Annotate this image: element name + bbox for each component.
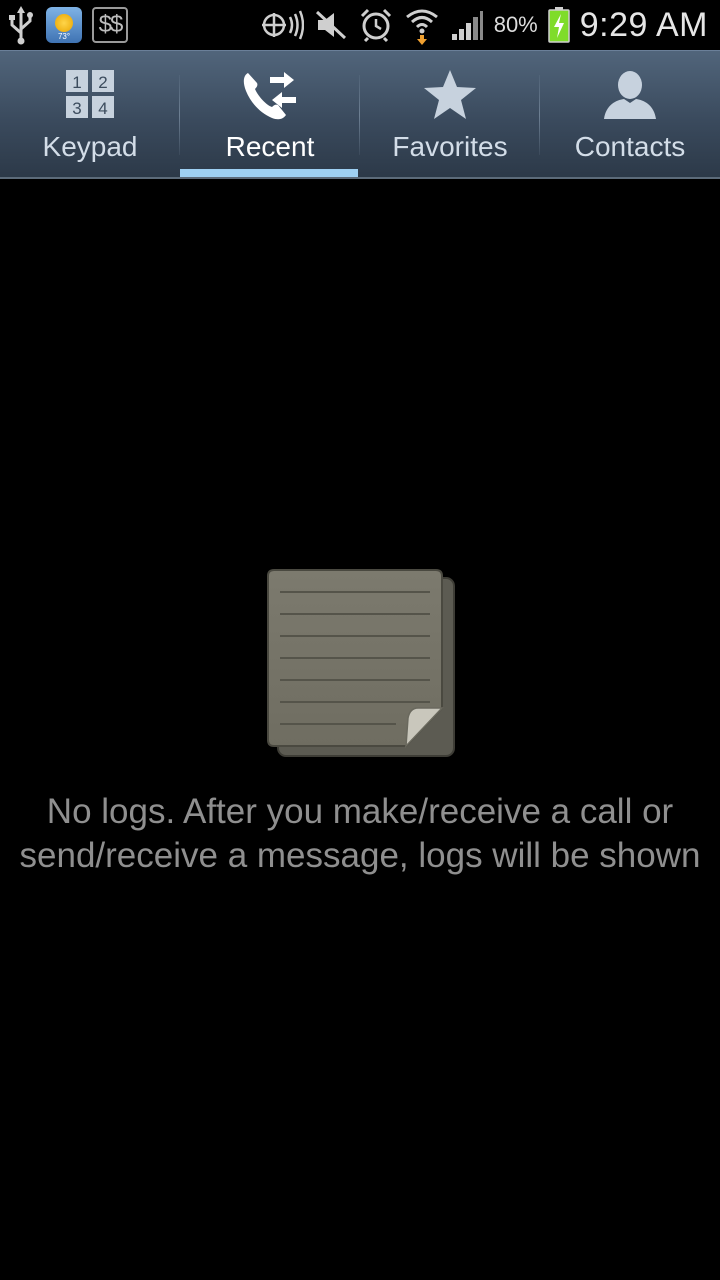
weather-widget-icon: 73° [46, 7, 82, 43]
tab-recent-label: Recent [225, 131, 315, 162]
alarm-icon [358, 7, 394, 43]
star-icon [422, 69, 478, 126]
tab-favorites-label: Favorites [392, 131, 508, 162]
status-bar-left: 73° $$ [6, 4, 128, 46]
status-bar-right: 80% 9:29 AM [258, 4, 708, 46]
usb-icon [6, 5, 36, 45]
keypad-digit-2: 2 [98, 73, 107, 92]
signal-icon [450, 8, 484, 42]
battery-charging-icon [548, 7, 570, 43]
nfc-icon [258, 7, 304, 43]
tab-keypad-label: Keypad [42, 131, 138, 162]
mute-icon [314, 8, 348, 42]
battery-percent: 80% [493, 12, 538, 37]
keypad-icon: 1 2 3 4 [65, 69, 115, 124]
recent-calls-icon [240, 69, 300, 126]
clock: 9:29 AM [579, 5, 708, 44]
tab-contacts-label: Contacts [574, 131, 686, 162]
tab-favorites[interactable]: Favorites [360, 51, 540, 179]
active-tab-indicator [180, 169, 358, 177]
weather-temp: 73° [57, 32, 71, 41]
contact-icon [602, 69, 658, 126]
wifi-icon [404, 5, 440, 45]
status-bar: 73° $$ 80% 9:29 AM [0, 0, 720, 50]
dollar-app-icon: $$ [92, 7, 128, 43]
tab-keypad[interactable]: 1 2 3 4 Keypad [0, 51, 180, 179]
empty-logs-message: No logs. After you make/receive a call o… [19, 792, 701, 875]
tab-recent[interactable]: Recent [180, 51, 360, 179]
empty-log-icon [266, 568, 456, 765]
keypad-digit-3: 3 [72, 99, 81, 118]
keypad-digit-4: 4 [98, 99, 107, 118]
dialer-tab-bar: 1 2 3 4 Keypad Recent Favorites Contacts [0, 50, 720, 179]
keypad-digit-1: 1 [72, 73, 81, 92]
tab-contacts[interactable]: Contacts [540, 51, 720, 179]
sun-icon [55, 14, 73, 32]
